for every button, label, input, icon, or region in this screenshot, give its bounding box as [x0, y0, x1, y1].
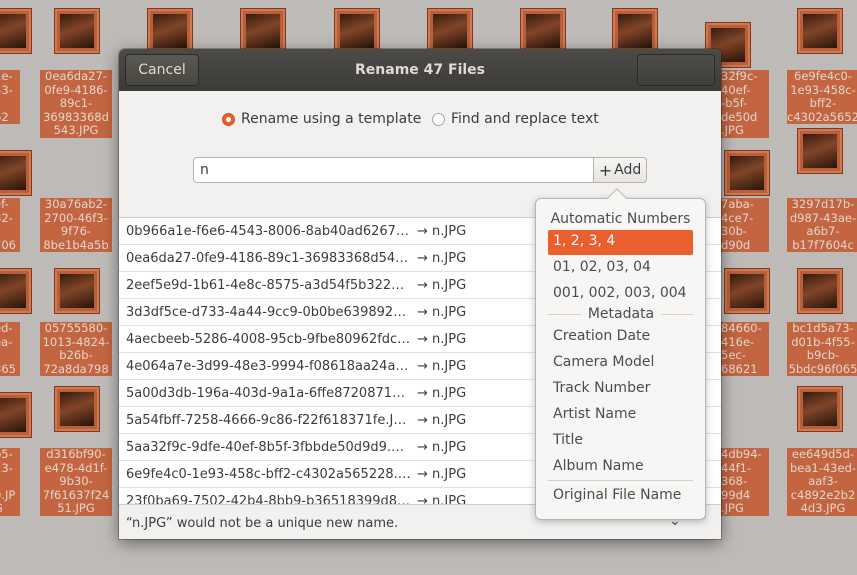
radio-unselected-icon — [432, 112, 445, 126]
new-filename: → n.JPG — [417, 332, 467, 347]
new-filename: → n.JPG — [417, 494, 467, 504]
original-filename: 2eef5e9d-1b61-4e8c-8575-a3d54f5b322… — [126, 278, 405, 293]
original-filename: 23f0ba69-7502-42b4-8bb9-b36518399d8… — [126, 494, 411, 504]
original-filename: 0ea6da27-0fe9-4186-89c1-36983368d54… — [126, 251, 409, 266]
new-filename: → n.JPG — [417, 467, 467, 482]
add-button-label: Add — [614, 162, 642, 178]
radio-label: Find and replace text — [451, 111, 599, 127]
new-filename: → n.JPG — [417, 386, 467, 401]
dialog-title: Rename 47 Files — [355, 62, 485, 78]
add-button[interactable]: + Add — [593, 157, 647, 183]
rename-button[interactable] — [637, 54, 715, 86]
original-filename: 3d3df5ce-d733-4a44-9cc9-0b0be639892… — [126, 305, 407, 320]
metadata-title[interactable]: Title — [553, 432, 583, 448]
number-option-001[interactable]: 001, 002, 003, 004 — [553, 285, 687, 301]
radio-selected-icon — [222, 112, 235, 126]
plus-icon: + — [598, 160, 613, 180]
metadata-track-number[interactable]: Track Number — [553, 380, 650, 396]
rename-mode-group: Rename using a template Find and replace… — [119, 111, 721, 131]
new-filename: → n.JPG — [417, 305, 467, 320]
radio-find-replace[interactable]: Find and replace text — [432, 111, 599, 127]
radio-rename-template[interactable]: Rename using a template — [222, 111, 421, 127]
conflict-message: “n.JPG” would not be a unique new name. — [126, 516, 399, 531]
divider — [548, 480, 693, 481]
metadata-artist-name[interactable]: Artist Name — [553, 406, 636, 422]
original-filename: 5aa32f9c-9dfe-40ef-8b5f-3fbbde50d9d9.… — [126, 440, 404, 455]
new-filename: → n.JPG — [417, 440, 467, 455]
new-filename: → n.JPG — [417, 278, 467, 293]
metadata-album-name[interactable]: Album Name — [553, 458, 644, 474]
metadata-camera-model[interactable]: Camera Model — [553, 354, 654, 370]
metadata-header: Metadata — [581, 306, 661, 322]
original-filename: 0b966a1e-f6e6-4543-8006-8ab40ad6267… — [126, 224, 409, 239]
automatic-numbers-header: Automatic Numbers — [550, 211, 691, 227]
new-filename: → n.JPG — [417, 359, 467, 374]
original-filename: 5a54fbff-7258-4666-9c86-f22f618371fe.J… — [126, 413, 407, 428]
new-filename: → n.JPG — [417, 413, 467, 428]
new-filename: → n.JPG — [417, 224, 467, 239]
original-filename: 4aecbeeb-5286-4008-95cb-9fbe80962fdc… — [126, 332, 411, 347]
original-file-name-option[interactable]: Original File Name — [553, 487, 681, 503]
add-tag-popover: Automatic Numbers 1, 2, 3, 4 01, 02, 03,… — [535, 188, 706, 520]
dialog-titlebar: Cancel Rename 47 Files — [119, 49, 721, 91]
metadata-creation-date[interactable]: Creation Date — [553, 328, 650, 344]
original-filename: 6e9fe4c0-1e93-458c-bff2-c4302a565228.… — [126, 467, 411, 482]
number-option-1234[interactable]: 1, 2, 3, 4 — [548, 230, 693, 255]
template-input[interactable]: n — [193, 157, 594, 183]
original-filename: 5a00d3db-196a-403d-9a1a-6ffe8720871… — [126, 386, 406, 401]
new-filename: → n.JPG — [417, 251, 467, 266]
radio-label: Rename using a template — [241, 111, 422, 127]
original-filename: 4e064a7e-3d99-48e3-9994-f08618aa24a… — [126, 359, 409, 374]
number-option-01[interactable]: 01, 02, 03, 04 — [553, 259, 651, 275]
